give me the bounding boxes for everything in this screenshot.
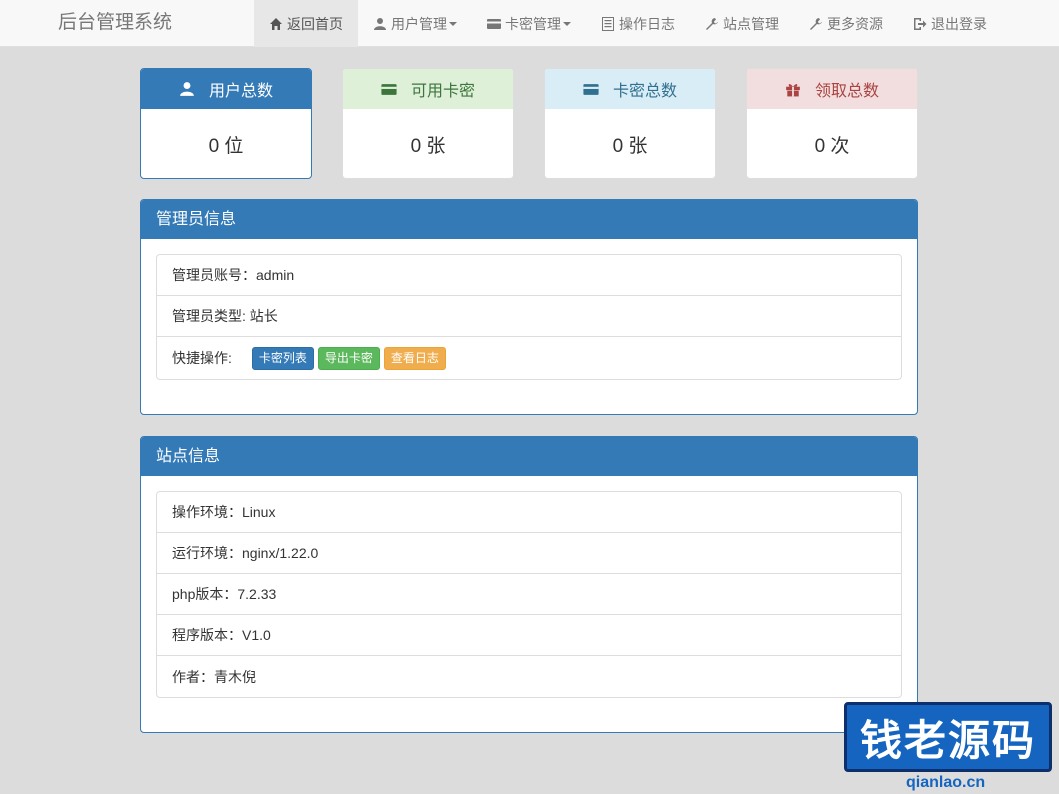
brand-title[interactable]: 后台管理系统 bbox=[58, 0, 172, 47]
list-item: 程序版本：V1.0 bbox=[157, 615, 901, 656]
stat-card-claims: 领取总数 0 次 bbox=[746, 68, 918, 179]
stat-value: 0 位 bbox=[208, 135, 244, 157]
admin-info-list: 管理员账号：admin 管理员类型: 站长 快捷操作: 卡密列表 导出卡密 查看… bbox=[156, 254, 902, 380]
stat-value: 0 次 bbox=[814, 135, 850, 157]
stat-card-header: 领取总数 bbox=[747, 69, 917, 109]
os-info: 操作环境：Linux bbox=[172, 504, 276, 520]
nav-operation-log[interactable]: 操作日志 bbox=[586, 0, 690, 47]
panel-title: 管理员信息 bbox=[141, 200, 917, 239]
stat-card-users: 用户总数 0 位 bbox=[140, 68, 312, 179]
php-version: php版本：7.2.33 bbox=[172, 586, 277, 602]
stat-value: 0 张 bbox=[612, 135, 648, 157]
user-icon bbox=[179, 81, 195, 97]
list-item: 作者：青木倪 bbox=[157, 656, 901, 697]
quick-actions-label: 快捷操作: bbox=[172, 350, 232, 366]
stat-card-header: 可用卡密 bbox=[343, 69, 513, 109]
nav-user-management-label: 用户管理 bbox=[391, 15, 447, 32]
caret-down-icon bbox=[563, 21, 571, 26]
credit-card-icon bbox=[381, 83, 397, 96]
stat-card-header: 卡密总数 bbox=[545, 69, 715, 109]
site-info-panel: 站点信息 操作环境：Linux 运行环境：nginx/1.22.0 php版本：… bbox=[140, 436, 918, 733]
watermark: 钱老源码 qianlao.cn bbox=[836, 688, 1059, 794]
list-item: 操作环境：Linux bbox=[157, 492, 901, 533]
caret-down-icon bbox=[449, 21, 457, 26]
card-list-button[interactable]: 卡密列表 bbox=[251, 346, 314, 370]
export-cards-button[interactable]: 导出卡密 bbox=[317, 346, 380, 370]
nav-more-resources[interactable]: 更多资源 bbox=[794, 0, 898, 47]
nav-more-resources-label: 更多资源 bbox=[827, 15, 883, 32]
list-alt-icon bbox=[601, 16, 615, 31]
logout-icon bbox=[913, 17, 927, 31]
wrench-icon bbox=[809, 17, 823, 31]
nav-home-label: 返回首页 bbox=[287, 15, 343, 32]
stat-title: 卡密总数 bbox=[612, 83, 677, 100]
watermark-url: qianlao.cn bbox=[906, 774, 986, 791]
stat-card-total-cards: 卡密总数 0 张 bbox=[544, 68, 716, 179]
panel-title: 站点信息 bbox=[141, 437, 917, 476]
list-item: 快捷操作: 卡密列表 导出卡密 查看日志 bbox=[157, 337, 901, 379]
list-item: 运行环境：nginx/1.22.0 bbox=[157, 533, 901, 574]
admin-info-panel: 管理员信息 管理员账号：admin 管理员类型: 站长 快捷操作: 卡密列表 导… bbox=[140, 199, 918, 415]
site-info-list: 操作环境：Linux 运行环境：nginx/1.22.0 php版本：7.2.3… bbox=[156, 491, 902, 698]
stats-row: 用户总数 0 位 可用卡密 0 张 卡密总数 0 张 领取总数 0 次 bbox=[140, 68, 918, 179]
stat-card-available-cards: 可用卡密 0 张 bbox=[342, 68, 514, 179]
nav-menu: 返回首页 用户管理 卡密管理 操作日志 站点管理 更多资源 退出登录 bbox=[254, 0, 1002, 47]
nav-site-management[interactable]: 站点管理 bbox=[690, 0, 794, 47]
view-logs-button[interactable]: 查看日志 bbox=[383, 346, 446, 370]
nav-home[interactable]: 返回首页 bbox=[254, 0, 358, 47]
watermark-logo: 钱老源码 bbox=[844, 702, 1052, 772]
gift-icon bbox=[785, 81, 801, 97]
nav-logout-label: 退出登录 bbox=[931, 15, 987, 32]
list-item: 管理员账号：admin bbox=[157, 255, 901, 296]
nav-card-management-label: 卡密管理 bbox=[505, 15, 561, 32]
nav-logout[interactable]: 退出登录 bbox=[898, 0, 1002, 47]
stat-title: 用户总数 bbox=[208, 83, 273, 100]
list-item: 管理员类型: 站长 bbox=[157, 296, 901, 337]
stat-title: 领取总数 bbox=[814, 83, 879, 100]
credit-card-icon bbox=[487, 17, 501, 31]
stat-title: 可用卡密 bbox=[410, 83, 475, 100]
nav-site-management-label: 站点管理 bbox=[723, 15, 779, 32]
top-navbar: 后台管理系统 返回首页 用户管理 卡密管理 操作日志 站点管理 更多资源 退出登… bbox=[0, 0, 1059, 47]
wrench-icon bbox=[705, 17, 719, 31]
author-info: 作者：青木倪 bbox=[172, 668, 256, 685]
user-icon bbox=[373, 17, 387, 31]
nav-user-management[interactable]: 用户管理 bbox=[358, 0, 472, 47]
admin-account: 管理员账号：admin bbox=[172, 267, 295, 283]
home-icon bbox=[269, 17, 283, 31]
credit-card-icon bbox=[583, 83, 599, 96]
server-info: 运行环境：nginx/1.22.0 bbox=[172, 545, 319, 561]
admin-type: 管理员类型: 站长 bbox=[172, 308, 278, 324]
list-item: php版本：7.2.33 bbox=[157, 574, 901, 615]
app-version: 程序版本：V1.0 bbox=[172, 627, 271, 643]
nav-operation-log-label: 操作日志 bbox=[619, 15, 675, 32]
stat-value: 0 张 bbox=[410, 135, 446, 157]
nav-card-management[interactable]: 卡密管理 bbox=[472, 0, 586, 47]
stat-card-header: 用户总数 bbox=[141, 69, 311, 109]
